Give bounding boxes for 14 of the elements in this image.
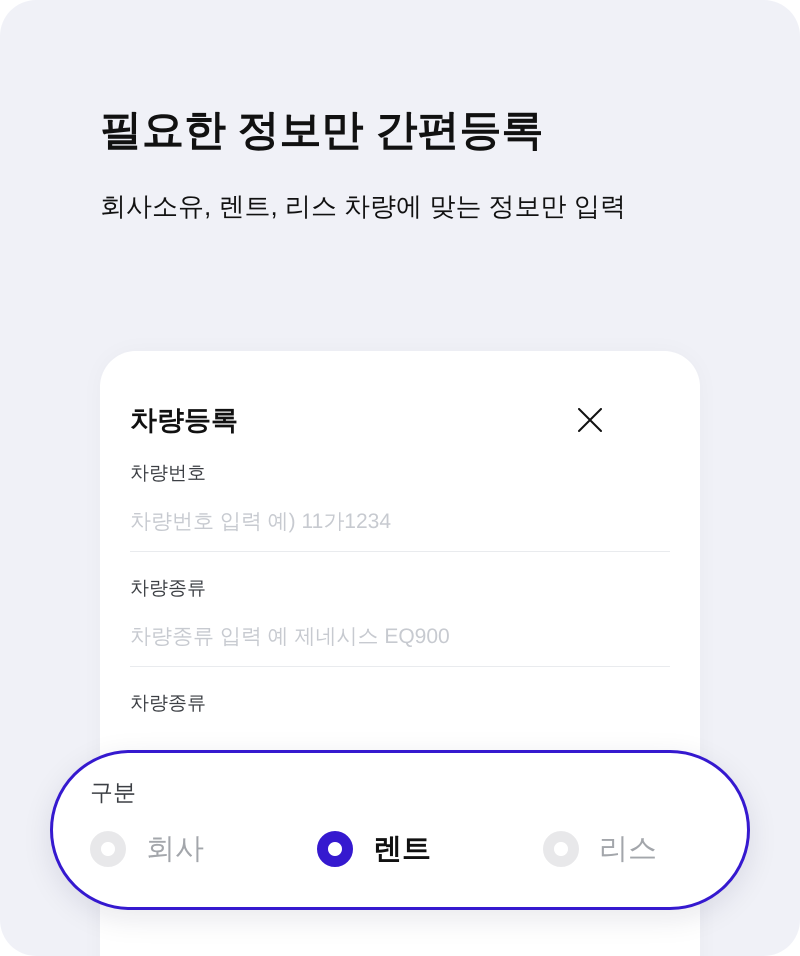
- radio-option[interactable]: 리스: [543, 831, 657, 867]
- page-title: 필요한 정보만 간편등록: [100, 105, 544, 155]
- field-label: 차량종류: [130, 692, 206, 716]
- field-label: 차량번호: [130, 462, 206, 486]
- close-button[interactable]: [578, 408, 602, 432]
- dialog-title: 차량등록: [130, 404, 238, 437]
- radio-option[interactable]: 회사: [90, 831, 204, 867]
- close-icon: [578, 408, 602, 432]
- page-subtitle: 회사소유, 렌트, 리스 차량에 맞는 정보만 입력: [100, 190, 626, 222]
- input-field[interactable]: 차량종류 입력 예 제네시스 EQ900: [130, 619, 670, 655]
- radio-option[interactable]: 렌트: [317, 831, 431, 867]
- field-label: 차량종류: [130, 577, 206, 601]
- input-field[interactable]: 차량번호 입력 예) 11가1234: [130, 504, 670, 540]
- category-label: 구분: [90, 778, 136, 807]
